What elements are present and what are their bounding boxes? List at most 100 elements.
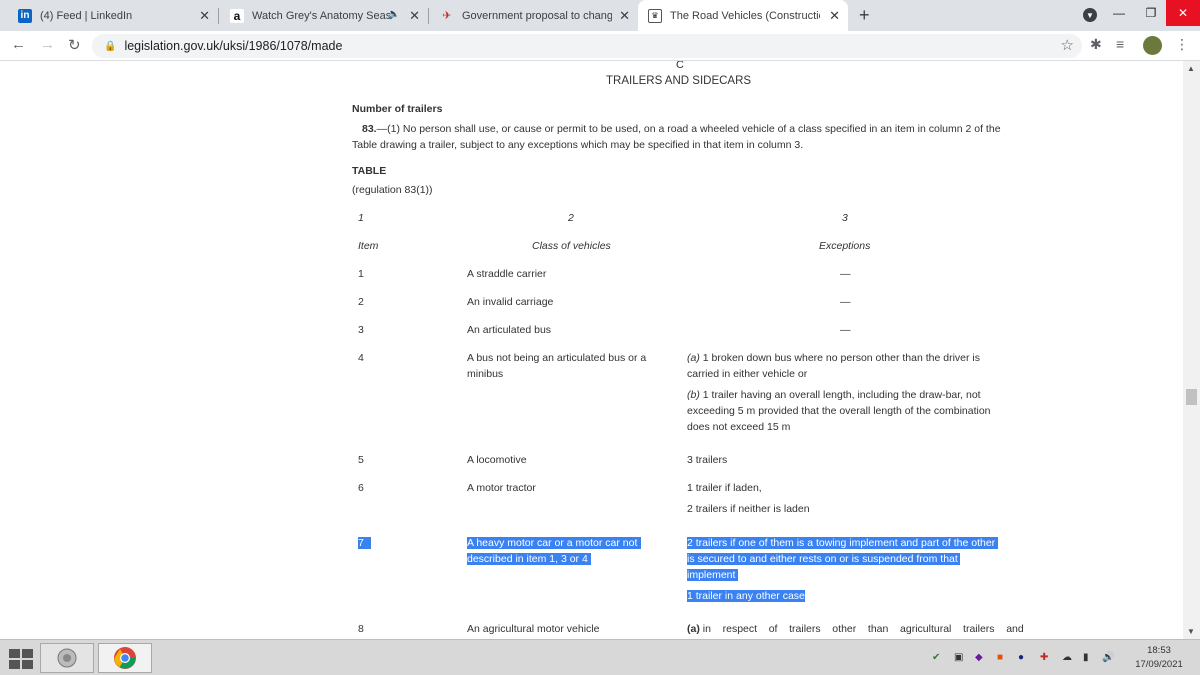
royal-crest-icon: ♛ xyxy=(648,8,662,23)
paragraph-line-1: 83.—(1) No person shall use, or cause or… xyxy=(362,123,1001,135)
tray-gift-icon[interactable]: ✚ xyxy=(1040,652,1048,663)
row-exception: 1 trailer if laden, xyxy=(687,482,762,494)
paragraph-number: 83. xyxy=(362,123,377,135)
row-class: A bus not being an articulated bus or a xyxy=(467,352,647,364)
row-exception: (a) in respect of trailers other than ag… xyxy=(687,623,1024,635)
government-icon: ✈ xyxy=(442,10,452,22)
address-bar[interactable]: 🔒 legislation.gov.uk/uksi/1986/1078/made… xyxy=(92,34,1082,58)
linkedin-icon: in xyxy=(18,8,32,23)
row-exception: — xyxy=(840,324,851,336)
tab-strip: in (4) Feed | LinkedIn ✕ a Watch Grey's … xyxy=(0,0,1200,31)
clock-time: 18:53 xyxy=(1147,645,1171,656)
page-scrollbar[interactable]: ▲ ▼ xyxy=(1183,61,1200,639)
restore-button[interactable]: ❐ xyxy=(1134,0,1168,26)
column-header-class: Class of vehicles xyxy=(532,240,611,252)
row-exception: (a) 1 broken down bus where no person ot… xyxy=(687,352,980,364)
reload-icon[interactable]: ↻ xyxy=(68,36,81,54)
row-item: 4 xyxy=(358,352,364,364)
table-title: TABLE xyxy=(352,165,387,177)
tab-road-vehicles[interactable]: ♛ The Road Vehicles (Construction ✕ xyxy=(638,0,848,31)
row-item-selected: 7 xyxy=(358,537,371,549)
exception-text: in respect of trailers other than agricu… xyxy=(702,623,1024,635)
tab-amazon[interactable]: a Watch Grey's Anatomy Seaso 🔈 ✕ xyxy=(220,0,428,31)
tray-cloud-icon[interactable]: ☁ xyxy=(1062,652,1072,663)
close-tab-icon[interactable]: ✕ xyxy=(409,8,420,24)
tab-government[interactable]: ✈ Government proposal to change ✕ xyxy=(430,0,638,31)
row-class: minibus xyxy=(467,368,504,380)
part-letter: C xyxy=(676,61,684,71)
tray-shield-icon[interactable]: ✔ xyxy=(932,652,940,663)
tab-linkedin[interactable]: in (4) Feed | LinkedIn ✕ xyxy=(8,0,218,31)
column-number-3: 3 xyxy=(842,212,848,224)
tray-power-icon[interactable]: ▮ xyxy=(1083,652,1089,663)
close-tab-icon[interactable]: ✕ xyxy=(619,8,630,24)
row-exception-selected: is secured to and either rests on or is … xyxy=(687,553,960,565)
exception-label: (b) xyxy=(687,389,700,401)
tab-divider xyxy=(428,8,429,24)
exception-label: (a) xyxy=(687,623,700,635)
system-clock[interactable]: 18:53 17/09/2021 xyxy=(1130,644,1188,672)
row-exception: 3 trailers xyxy=(687,454,728,466)
taskbar-media-player[interactable] xyxy=(40,643,94,673)
close-tab-icon[interactable]: ✕ xyxy=(829,8,840,24)
tray-network-icon[interactable]: ▣ xyxy=(954,652,963,663)
scroll-down-icon[interactable]: ▼ xyxy=(1187,627,1195,636)
row-exception: 2 trailers if neither is laden xyxy=(687,503,810,515)
tray-steam-icon[interactable]: ● xyxy=(1018,652,1024,663)
url-text: legislation.gov.uk/uksi/1986/1078/made xyxy=(124,39,343,53)
row-exception-selected: 2 trailers if one of them is a towing im… xyxy=(687,537,998,549)
row-class-selected: A heavy motor car or a motor car not xyxy=(467,537,641,549)
tray-volume-icon[interactable]: 🔊 xyxy=(1102,652,1114,663)
media-player-icon xyxy=(57,648,77,668)
row-exception: carried in either vehicle or xyxy=(687,368,808,380)
speaker-icon[interactable]: 🔈 xyxy=(388,9,400,20)
row-item: 5 xyxy=(358,454,364,466)
profile-avatar[interactable] xyxy=(1143,36,1162,55)
tray-office-icon[interactable]: ■ xyxy=(997,652,1003,663)
reading-list-icon[interactable]: ≡ xyxy=(1116,36,1124,52)
close-window-button[interactable]: ✕ xyxy=(1166,0,1200,26)
minimize-button[interactable]: — xyxy=(1102,0,1136,26)
row-item: 3 xyxy=(358,324,364,336)
lock-icon[interactable]: 🔒 xyxy=(104,41,116,52)
taskbar-chrome[interactable] xyxy=(98,643,152,673)
row-item: 1 xyxy=(358,268,364,280)
back-arrow-icon[interactable]: ← xyxy=(11,36,26,53)
row-exception: exceeding 5 m provided that the overall … xyxy=(687,405,991,417)
chrome-menu-icon[interactable]: ⋮ xyxy=(1175,36,1189,53)
close-tab-icon[interactable]: ✕ xyxy=(199,8,210,24)
extensions-icon[interactable]: ✱ xyxy=(1090,36,1102,53)
column-number-1: 1 xyxy=(358,212,364,224)
paragraph-text: —(1) No person shall use, or cause or pe… xyxy=(376,123,1001,135)
amazon-icon: a xyxy=(230,8,244,23)
row-exception: does not exceed 15 m xyxy=(687,421,791,433)
bookmark-star-icon[interactable]: ☆ xyxy=(1061,36,1074,54)
row-class: An articulated bus xyxy=(467,324,552,336)
tray-app-icon[interactable]: ◆ xyxy=(975,652,983,663)
chrome-icon xyxy=(114,647,136,669)
tab-title: Watch Grey's Anatomy Seaso xyxy=(252,9,392,22)
row-class: A locomotive xyxy=(467,454,527,466)
tab-search-icon[interactable]: ▼ xyxy=(1083,8,1097,22)
row-exception: — xyxy=(840,296,851,308)
part-title: TRAILERS AND SIDECARS xyxy=(606,75,752,87)
column-header-item: Item xyxy=(358,240,379,252)
column-number-2: 2 xyxy=(568,212,574,224)
scrollbar-thumb[interactable] xyxy=(1186,389,1197,405)
row-class: A motor tractor xyxy=(467,482,536,494)
row-exception-selected: 1 trailer in any other case xyxy=(687,590,805,602)
tab-divider xyxy=(218,8,219,24)
scroll-up-icon[interactable]: ▲ xyxy=(1187,64,1195,73)
exception-label: (a) xyxy=(687,352,700,364)
row-item: 2 xyxy=(358,296,364,308)
clock-date: 17/09/2021 xyxy=(1135,659,1183,670)
windows-start-icon[interactable] xyxy=(6,647,36,671)
exception-text: 1 broken down bus where no person other … xyxy=(702,352,981,364)
row-exception-selected: implement xyxy=(687,569,738,581)
new-tab-button[interactable]: + xyxy=(859,5,870,26)
section-heading: Number of trailers xyxy=(352,103,443,115)
table-reference: (regulation 83(1)) xyxy=(352,184,433,196)
forward-arrow-icon[interactable]: → xyxy=(40,36,55,53)
row-class: An agricultural motor vehicle xyxy=(467,623,600,635)
paragraph-line-2: Table drawing a trailer, subject to any … xyxy=(352,139,804,151)
